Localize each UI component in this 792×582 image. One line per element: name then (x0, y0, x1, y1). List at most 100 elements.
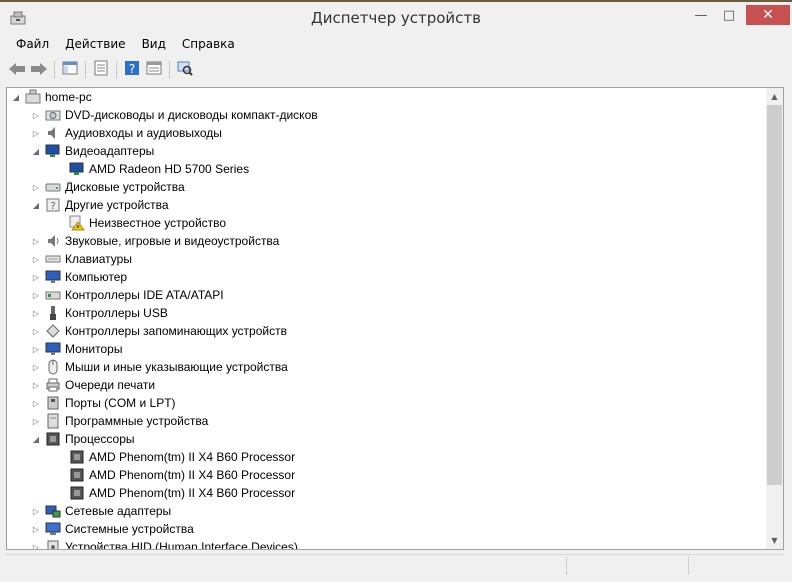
expanded-triangle-icon[interactable]: ◢ (11, 92, 21, 102)
svg-text:?: ? (50, 201, 55, 212)
collapsed-triangle-icon[interactable]: ▷ (31, 290, 41, 300)
collapsed-triangle-icon[interactable]: ▷ (31, 524, 41, 534)
menu-view[interactable]: Вид (134, 34, 174, 56)
tree-item[interactable]: ▷ Порты (COM и LPT) (31, 394, 176, 412)
status-bar (6, 554, 784, 577)
help-button[interactable]: ? (121, 59, 143, 81)
tree-item[interactable]: AMD Phenom(tm) II X4 B60 Processor (65, 466, 295, 484)
scroll-down-arrow-icon[interactable]: ▼ (766, 532, 783, 549)
tree-item-label: AMD Radeon HD 5700 Series (89, 162, 250, 176)
properties-button[interactable] (90, 59, 112, 81)
tree-item[interactable]: ◢? Другие устройства (31, 196, 169, 214)
tree-item-label: Компьютер (65, 270, 128, 284)
minimize-button[interactable]: — (688, 5, 714, 25)
scan-hardware-icon (177, 60, 193, 80)
collapsed-triangle-icon[interactable]: ▷ (31, 128, 41, 138)
collapsed-triangle-icon[interactable]: ▷ (31, 416, 41, 426)
tree-item[interactable]: ◢ Видеоадаптеры (31, 142, 154, 160)
tree-item[interactable]: ▷ Контроллеры USB (31, 304, 168, 322)
computer-icon (25, 89, 41, 105)
tree-item-label: Контроллеры запоминающих устройств (65, 324, 287, 338)
tree-item[interactable]: ▷ Аудиовходы и аудиовыходы (31, 124, 222, 142)
tree-item[interactable]: ▷ Устройства HID (Human Interface Devices… (31, 538, 298, 550)
view-button[interactable] (143, 59, 165, 81)
monitor-icon (45, 341, 61, 357)
tree-item-label: home-pc (45, 90, 92, 104)
collapsed-triangle-icon[interactable]: ▷ (31, 110, 41, 120)
tree-item[interactable]: ▷ Мониторы (31, 340, 123, 358)
title-bar[interactable]: Диспетчер устройств — □ ✕ (0, 2, 792, 34)
tree-item[interactable]: ▷ Системные устройства (31, 520, 194, 538)
collapsed-triangle-icon[interactable]: ▷ (31, 272, 41, 282)
collapsed-triangle-icon[interactable]: ▷ (31, 398, 41, 408)
show-hide-tree-button[interactable] (59, 59, 81, 81)
device-tree-panel[interactable]: ◢ home-pc ▷ DVD-дисководы и дисководы компа… (6, 87, 784, 550)
expanded-triangle-icon[interactable]: ◢ (31, 200, 41, 210)
tree-item[interactable]: ▷ Программные устройства (31, 412, 208, 430)
menu-file[interactable]: Файл (8, 34, 57, 56)
maximize-button[interactable]: □ (716, 5, 742, 25)
processor-icon (69, 449, 85, 465)
collapsed-triangle-icon[interactable]: ▷ (31, 344, 41, 354)
tree-item-label: AMD Phenom(tm) II X4 B60 Processor (89, 450, 296, 464)
collapsed-triangle-icon[interactable]: ▷ (31, 236, 41, 246)
other-devices-icon: ? (45, 197, 61, 213)
tree-item[interactable]: ▷ Контроллеры запоминающих устройств (31, 322, 287, 340)
menu-bar: Файл Действие Вид Справка (0, 34, 792, 56)
tree-item[interactable]: ◢ Процессоры (31, 430, 135, 448)
tree-item[interactable]: ▷ Звуковые, игровые и видеоустройства (31, 232, 279, 250)
tree-item-label: Клавиатуры (65, 252, 132, 266)
display-adapter-icon (45, 143, 61, 159)
tree-item-label: Контроллеры IDE ATA/ATAPI (65, 288, 224, 302)
collapsed-triangle-icon[interactable]: ▷ (31, 380, 41, 390)
expanded-triangle-icon[interactable]: ◢ (31, 146, 41, 156)
tree-item[interactable]: ▷ Дисковые устройства (31, 178, 185, 196)
collapsed-triangle-icon[interactable]: ▷ (31, 506, 41, 516)
tree-item[interactable]: ▷ Клавиатуры (31, 250, 132, 268)
tree-item-label: AMD Phenom(tm) II X4 B60 Processor (89, 486, 296, 500)
collapsed-triangle-icon[interactable]: ▷ (31, 362, 41, 372)
tree-item-label: Аудиовходы и аудиовыходы (65, 126, 222, 140)
collapsed-triangle-icon[interactable]: ▷ (31, 182, 41, 192)
tree-item-label: Мыши и иные указывающие устройства (65, 360, 288, 374)
tree-item[interactable]: ▷ DVD-дисководы и дисководы компакт-диско… (31, 106, 318, 124)
scrollbar-thumb[interactable] (767, 105, 782, 485)
expanded-triangle-icon[interactable]: ◢ (31, 434, 41, 444)
tree-item-label: Дисковые устройства (65, 180, 185, 194)
tree-item[interactable]: AMD Phenom(tm) II X4 B60 Processor (65, 484, 295, 502)
tree-item[interactable]: ▷ Контроллеры IDE ATA/ATAPI (31, 286, 224, 304)
collapsed-triangle-icon[interactable]: ▷ (31, 542, 41, 550)
tree-item-label: Сетевые адаптеры (65, 504, 172, 518)
collapsed-triangle-icon[interactable]: ▷ (31, 254, 41, 264)
hid-icon (45, 539, 61, 549)
tree-item-label: DVD-дисководы и дисководы компакт-дисков (65, 108, 318, 122)
tree-item[interactable]: ▷ Сетевые адаптеры (31, 502, 171, 520)
usb-icon (45, 305, 61, 321)
properties-icon (93, 60, 109, 80)
forward-icon (30, 61, 48, 80)
tree-item[interactable]: ◢ home-pc (11, 88, 92, 106)
tree-item[interactable]: AMD Radeon HD 5700 Series (65, 160, 249, 178)
disk-drive-icon (45, 179, 61, 195)
tree-item[interactable]: ▷ Мыши и иные указывающие устройства (31, 358, 288, 376)
back-button[interactable] (6, 59, 28, 81)
menu-action[interactable]: Действие (57, 34, 133, 56)
status-cell (6, 557, 567, 575)
svg-text:?: ? (129, 62, 135, 76)
audio-icon (45, 125, 61, 141)
menu-help[interactable]: Справка (174, 34, 243, 56)
scan-hardware-button[interactable] (174, 59, 196, 81)
collapsed-triangle-icon[interactable]: ▷ (31, 326, 41, 336)
toolbar-separator (54, 61, 55, 79)
vertical-scrollbar[interactable]: ▲ ▼ (766, 88, 783, 549)
tree-item-label: Неизвестное устройство (89, 216, 227, 230)
tree-item[interactable]: ▷ Очереди печати (31, 376, 155, 394)
tree-item[interactable]: AMD Phenom(tm) II X4 B60 Processor (65, 448, 295, 466)
tree-item[interactable]: ▷ Компьютер (31, 268, 127, 286)
tree-item[interactable]: Неизвестное устройство (65, 214, 226, 232)
scroll-up-arrow-icon[interactable]: ▲ (766, 88, 783, 105)
toolbar-separator (85, 61, 86, 79)
forward-button[interactable] (28, 59, 50, 81)
close-button[interactable]: ✕ (746, 5, 790, 25)
collapsed-triangle-icon[interactable]: ▷ (31, 308, 41, 318)
